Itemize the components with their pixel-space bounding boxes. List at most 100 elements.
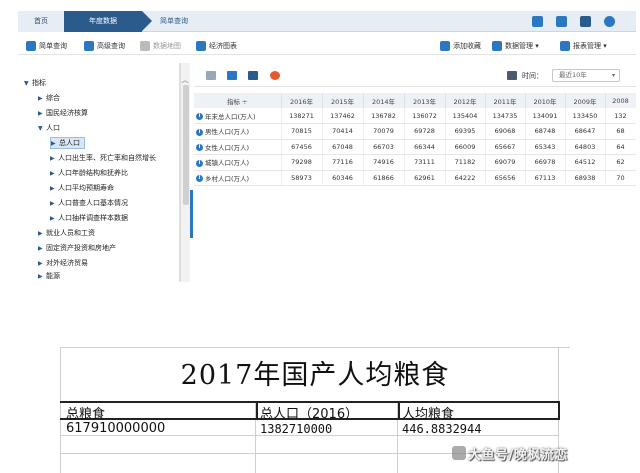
- time-label: 时间：: [522, 72, 543, 80]
- scrollbar-thumb[interactable]: [183, 85, 189, 205]
- header-total-population[interactable]: 总人口（2016）: [260, 403, 358, 422]
- nav-home-tab[interactable]: 首页: [18, 11, 64, 32]
- print-icon[interactable]: [580, 16, 591, 27]
- caret-right-icon: ▶: [50, 185, 55, 192]
- table-cell: 70815: [281, 123, 323, 140]
- table-row: i 年末总人口(万人) 138271 137462 136782 136072 1…: [194, 108, 636, 124]
- tree-item-selected[interactable]: ▶ 总人口: [50, 137, 85, 149]
- table-cell: 79298: [281, 154, 323, 171]
- indicator-cell[interactable]: i 女性人口(万人): [194, 139, 282, 155]
- tree-item[interactable]: ▶ 综合: [38, 92, 60, 104]
- info-icon[interactable]: i: [196, 144, 203, 152]
- chevron-down-icon: ▾: [611, 72, 615, 79]
- bar-chart-icon[interactable]: [227, 71, 237, 80]
- sheet-title: 2017年国产人均粮食: [180, 360, 450, 391]
- list-icon[interactable]: [248, 71, 258, 80]
- column-header[interactable]: 2016年: [281, 93, 323, 108]
- nav-annual-data-tab[interactable]: 年度数据: [64, 11, 152, 32]
- data-map-button[interactable]: 数据地图: [140, 40, 181, 52]
- tree-item[interactable]: ▶ 就业人员和工资: [38, 227, 95, 239]
- tree-item[interactable]: ▶ 固定资产投资和房地产: [38, 242, 116, 254]
- table-cell: 69728: [404, 123, 446, 140]
- table-cell: 74916: [363, 154, 405, 171]
- upload-icon[interactable]: [532, 16, 543, 27]
- chevron-up-icon[interactable]: ︿: [181, 75, 189, 85]
- indicator-cell[interactable]: i 城镇人口(万人): [194, 154, 282, 171]
- indicator-cell[interactable]: i 男性人口(万人): [194, 123, 282, 140]
- tree-item[interactable]: ▶ 人口抽样调查样本数据: [50, 212, 128, 224]
- table-cell: 138271: [281, 108, 323, 124]
- nav-simple-query-tab[interactable]: 简单查询: [142, 11, 206, 32]
- info-icon[interactable]: i: [196, 159, 203, 167]
- table-cell: 64: [605, 139, 636, 155]
- panel-toolbar: 时间： 最近10年 ▾: [194, 63, 636, 87]
- magnifier-icon: [84, 41, 94, 51]
- table-row: i 城镇人口(万人) 79298 77116 74916 73111 71182 …: [194, 154, 636, 171]
- advanced-query-button[interactable]: 高级查询: [84, 40, 125, 52]
- table-cell: 67113: [525, 170, 566, 186]
- column-header[interactable]: 指标 ÷: [194, 93, 282, 108]
- copy-icon[interactable]: [556, 16, 567, 27]
- data-manage-button[interactable]: 数据管理 ▾: [492, 40, 539, 52]
- table-cell: 65667: [485, 139, 526, 155]
- column-header[interactable]: 2012年: [445, 93, 486, 108]
- info-icon[interactable]: i: [196, 175, 203, 183]
- tree-item[interactable]: ▶ 人口平均预期寿命: [50, 182, 114, 194]
- caret-right-icon: ▶: [50, 155, 55, 162]
- caret-right-icon: ▶: [38, 245, 43, 252]
- tree-item[interactable]: ▼ 人口: [38, 122, 60, 134]
- population-table: 指标 ÷ 2016年 2015年 2014年 2013年 2012年 2011年…: [194, 93, 636, 186]
- column-header[interactable]: 2010年: [525, 93, 566, 108]
- table-cell: 69395: [445, 123, 486, 140]
- tree-item[interactable]: ▶ 国民经济核算: [38, 107, 88, 119]
- econ-chart-button[interactable]: 经济图表: [196, 40, 237, 52]
- header-total-grain[interactable]: 总粮食: [66, 403, 105, 422]
- indicator-tree: ▼ 指标 ▶ 综合 ▶ 国民经济核算 ▼ 人口 ▶ 总人口 ▶ 人口出生率、死亡率和自然增长…: [18, 63, 180, 282]
- table-cell: 68748: [525, 123, 566, 140]
- query-toolbar: 简单查询 高级查询 数据地图 经济图表 添加收藏 数据管理 ▾ 报表管理 ▾: [18, 37, 636, 55]
- table-cell: 132: [605, 108, 636, 124]
- panel-splitter[interactable]: [190, 190, 193, 238]
- table-row: i 女性人口(万人) 67456 67048 66703 66344 66009 …: [194, 139, 636, 155]
- value-total-grain[interactable]: 617910000000: [66, 421, 165, 436]
- table-cell: 66009: [445, 139, 486, 155]
- chart-icon: [196, 41, 206, 51]
- table-cell: 64803: [565, 139, 606, 155]
- table-cell: 70079: [363, 123, 405, 140]
- indicator-cell[interactable]: i 年末总人口(万人): [194, 108, 282, 124]
- watermark: 大鱼号/晚枫流恋: [468, 448, 568, 463]
- table-cell: 68: [605, 123, 636, 140]
- column-header[interactable]: 2015年: [322, 93, 364, 108]
- table-cell: 58973: [281, 170, 323, 186]
- caret-right-icon: ▶: [50, 170, 55, 177]
- column-header[interactable]: 2008: [605, 93, 636, 108]
- database-icon: [492, 41, 502, 51]
- simple-query-button[interactable]: 简单查询: [26, 40, 67, 52]
- table-cell: 66703: [363, 139, 405, 155]
- table-cell: 66978: [525, 154, 566, 171]
- value-total-population[interactable]: 1382710000: [260, 422, 332, 436]
- column-header[interactable]: 2011年: [485, 93, 526, 108]
- add-favorite-button[interactable]: 添加收藏: [440, 40, 481, 52]
- value-per-capita-grain[interactable]: 446.8832944: [402, 422, 481, 436]
- report-manage-button[interactable]: 报表管理 ▾: [560, 40, 607, 52]
- info-icon[interactable]: i: [196, 113, 203, 120]
- header-per-capita-grain[interactable]: 人均粮食: [402, 403, 454, 422]
- tree-item[interactable]: ▶ 人口普查人口基本情况: [50, 197, 128, 209]
- tree-item[interactable]: ▶ 人口年龄结构和抚养比: [50, 167, 128, 179]
- pie-chart-icon[interactable]: [270, 71, 280, 80]
- table-view-icon[interactable]: [206, 71, 216, 80]
- column-header[interactable]: 2014年: [363, 93, 405, 108]
- indicator-cell[interactable]: i 乡村人口(万人): [194, 170, 282, 186]
- column-header[interactable]: 2009年: [565, 93, 606, 108]
- time-range-select[interactable]: 最近10年 ▾: [552, 69, 620, 82]
- tree-item[interactable]: ▶ 能源: [38, 270, 60, 282]
- info-icon[interactable]: i: [196, 128, 203, 136]
- tree-item[interactable]: ▶ 对外经济贸易: [38, 257, 88, 269]
- sidebar-scrollbar[interactable]: [180, 63, 190, 282]
- share-icon[interactable]: [604, 16, 615, 27]
- table-cell: 68647: [565, 123, 606, 140]
- tree-root[interactable]: ▼ 指标: [24, 77, 46, 89]
- tree-item[interactable]: ▶ 人口出生率、死亡率和自然增长: [50, 152, 156, 164]
- column-header[interactable]: 2013年: [404, 93, 446, 108]
